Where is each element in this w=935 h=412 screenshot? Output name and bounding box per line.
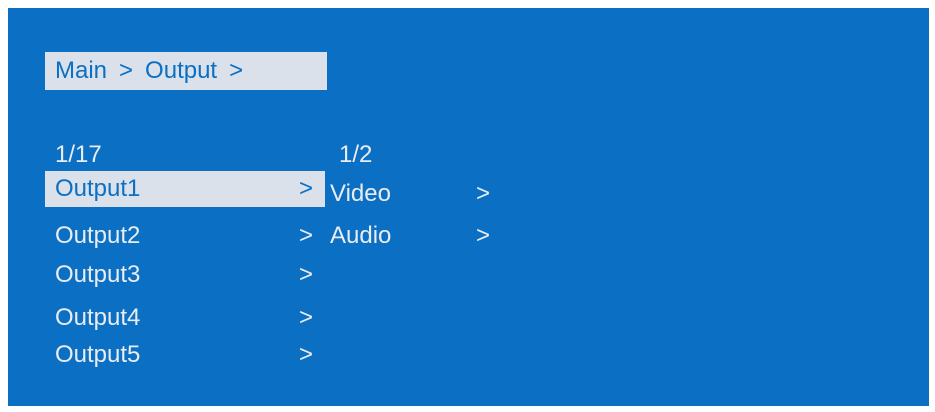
- chevron-right-icon: >: [476, 180, 491, 207]
- menu-item-label: Output2: [55, 222, 141, 249]
- chevron-right-icon: >: [299, 341, 314, 368]
- menu-item-output4[interactable]: Output4 >: [45, 300, 325, 336]
- breadcrumb: Main > Output >: [45, 52, 327, 90]
- menu-item-output3[interactable]: Output3 >: [45, 257, 325, 293]
- chevron-right-icon: >: [299, 304, 314, 331]
- osd-menu-screen: Main > Output > 1/17 1/2 Output1 > Outpu…: [8, 8, 929, 406]
- menu-item-output1[interactable]: Output1 >: [45, 171, 325, 207]
- menu-item-output5[interactable]: Output5 >: [45, 337, 325, 373]
- left-page-indicator: 1/17: [55, 141, 102, 168]
- chevron-right-icon: >: [299, 222, 314, 249]
- breadcrumb-output[interactable]: Output: [145, 59, 217, 83]
- submenu-item-video[interactable]: Video >: [330, 176, 530, 212]
- menu-item-label: Output4: [55, 304, 141, 331]
- breadcrumb-separator: >: [229, 57, 244, 84]
- submenu-item-label: Video: [330, 180, 391, 207]
- menu-item-label: Output3: [55, 261, 141, 288]
- breadcrumb-separator: >: [119, 57, 134, 84]
- menu-item-label: Output5: [55, 341, 141, 368]
- chevron-right-icon: >: [299, 175, 314, 202]
- chevron-right-icon: >: [299, 261, 314, 288]
- breadcrumb-main[interactable]: Main: [55, 59, 107, 83]
- menu-item-label: Output1: [55, 175, 141, 202]
- chevron-right-icon: >: [476, 222, 491, 249]
- right-page-indicator: 1/2: [339, 141, 373, 168]
- submenu-item-audio[interactable]: Audio >: [330, 218, 530, 254]
- submenu-item-label: Audio: [330, 222, 392, 249]
- menu-item-output2[interactable]: Output2 >: [45, 218, 325, 254]
